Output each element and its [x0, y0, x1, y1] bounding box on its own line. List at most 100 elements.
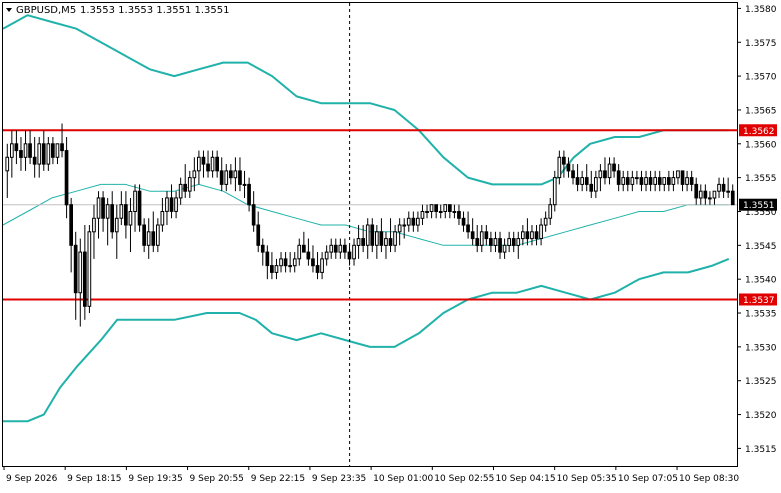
candle — [479, 225, 484, 253]
candle — [210, 150, 215, 178]
candle-body — [73, 244, 78, 294]
candle — [539, 218, 543, 246]
candle-body — [461, 217, 466, 226]
candle-body — [429, 204, 434, 212]
x-tick-label: 10 Sep 08:30 — [679, 474, 739, 484]
candle — [60, 123, 64, 158]
candle — [297, 238, 302, 266]
candle-body — [55, 143, 60, 158]
candle — [416, 211, 420, 232]
level-badge: 1.3562 — [739, 124, 777, 137]
candle — [580, 170, 584, 192]
level-badge-label: 1.3562 — [743, 127, 775, 137]
candle-body — [425, 211, 429, 213]
candle-body — [260, 244, 265, 253]
candle-body — [685, 177, 689, 185]
candle-body — [438, 211, 443, 213]
candle — [73, 231, 78, 320]
candle-body — [507, 238, 511, 246]
candle — [667, 170, 671, 192]
candle — [96, 191, 101, 239]
time-axis[interactable]: 9 Sep 2026 9 Sep 18:15 9 Sep 19:35 9 Sep 20… — [3, 466, 739, 484]
level-badge-label: 1.3537 — [743, 296, 775, 306]
candle — [375, 225, 379, 259]
candle — [265, 245, 270, 280]
candle-body — [297, 244, 302, 260]
candle-body — [165, 197, 169, 212]
candle — [119, 191, 124, 226]
candle — [247, 177, 251, 212]
candle — [552, 170, 557, 212]
candle-body — [365, 224, 370, 246]
candle — [461, 211, 466, 232]
candle-body — [580, 177, 584, 185]
candle-body — [187, 177, 192, 192]
candle-body — [279, 258, 283, 267]
candle-body — [621, 177, 626, 185]
candle-body — [64, 150, 69, 206]
candle — [201, 150, 206, 178]
candle-body — [87, 231, 92, 307]
candle — [502, 238, 507, 259]
current-price-badge-label: 1.3551 — [743, 201, 775, 211]
candle-body — [101, 197, 105, 219]
candle-body — [584, 177, 589, 185]
candle-body — [142, 224, 147, 246]
chart[interactable]: 1.3580 1.3575 1.3570 1.3565 1.3560 1.3555 1.35… — [0, 0, 781, 489]
candle-body — [288, 265, 292, 268]
candle-body — [23, 143, 28, 158]
candle — [338, 238, 343, 259]
price-axis[interactable]: 1.3580 1.3575 1.3570 1.3565 1.3560 1.3555 1.35… — [737, 5, 777, 455]
candle-body — [393, 231, 397, 246]
candle — [137, 184, 142, 232]
candle — [612, 157, 616, 178]
candle-body — [571, 170, 575, 179]
candle — [187, 170, 192, 198]
candle — [114, 204, 119, 259]
collapse-triangle-icon[interactable] — [6, 8, 12, 12]
candle-body — [51, 143, 55, 158]
candle-body — [5, 156, 10, 172]
candle — [274, 258, 279, 280]
candle-body — [110, 204, 115, 233]
x-tick-label: 9 Sep 19:35 — [128, 474, 182, 484]
y-tick-label: 1.3525 — [745, 377, 777, 387]
candle — [365, 218, 370, 259]
candle — [178, 177, 183, 205]
candle — [689, 170, 694, 192]
candle — [388, 218, 393, 253]
candle-body — [411, 217, 416, 226]
candle-body — [402, 224, 407, 227]
candle — [110, 191, 115, 239]
candle-body — [256, 224, 261, 246]
candle-body — [698, 190, 703, 199]
candle — [712, 190, 717, 205]
candle-body — [539, 224, 543, 239]
candle — [229, 164, 233, 185]
candle-body — [708, 197, 712, 200]
candle-body — [397, 224, 402, 233]
candle — [616, 164, 621, 192]
candle — [717, 177, 721, 198]
candle-body — [329, 244, 334, 253]
candle — [694, 177, 699, 205]
candle-body — [717, 183, 721, 192]
chart-svg[interactable]: 1.3580 1.3575 1.3570 1.3565 1.3560 1.3555 1.35… — [0, 0, 781, 489]
x-tick-label: 10 Sep 07:05 — [618, 474, 678, 484]
candle — [283, 252, 288, 273]
candle-body — [598, 170, 603, 179]
candle — [347, 245, 352, 266]
y-tick-label: 1.3530 — [745, 343, 777, 353]
candle — [28, 130, 32, 165]
candle — [320, 252, 324, 280]
candle-body — [151, 231, 156, 246]
candle-body — [320, 258, 324, 273]
candle — [406, 211, 411, 232]
candle-body — [146, 231, 151, 246]
candle — [589, 170, 594, 198]
candle-body — [516, 238, 521, 246]
candle-body — [338, 244, 343, 253]
candle — [730, 184, 735, 206]
candle — [511, 231, 516, 253]
candle-body — [667, 177, 671, 185]
